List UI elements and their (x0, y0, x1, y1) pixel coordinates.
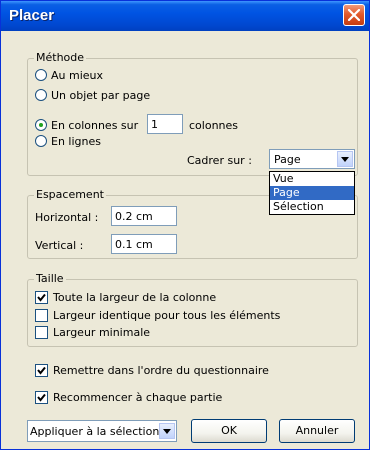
en-lignes-radio[interactable] (35, 135, 47, 147)
cadrer-sur-value: Page (274, 153, 301, 166)
horizontal-input[interactable] (111, 206, 177, 226)
apply-scope-select[interactable]: Appliquer à la sélection (27, 420, 177, 442)
vertical-label: Vertical : (35, 239, 84, 252)
checkmark-icon (37, 366, 46, 375)
apply-scope-dropdown-button[interactable] (159, 423, 175, 439)
toute-largeur-checkbox[interactable] (35, 291, 48, 304)
cadrer-sur-options-list: Vue Page Sélection (269, 171, 355, 215)
remettre-ordre-checkbox[interactable] (35, 364, 48, 377)
close-button[interactable] (343, 4, 365, 26)
recommencer-partie-checkbox[interactable] (35, 391, 48, 404)
vertical-input[interactable] (111, 234, 177, 254)
remettre-ordre-label[interactable]: Remettre dans l'ordre du questionnaire (53, 364, 269, 377)
recommencer-partie-label[interactable]: Recommencer à chaque partie (53, 391, 222, 404)
placer-dialog: Placer Méthode Au mieux Un objet par pag… (0, 0, 370, 450)
cadrer-sur-label: Cadrer sur : (187, 154, 252, 167)
toute-largeur-label[interactable]: Toute la largeur de la colonne (53, 291, 216, 304)
cadrer-option-page[interactable]: Page (270, 186, 354, 200)
methode-legend: Méthode (34, 51, 87, 64)
taille-legend: Taille (34, 272, 66, 285)
largeur-identique-label[interactable]: Largeur identique pour tous les éléments (53, 309, 280, 322)
largeur-minimale-label[interactable]: Largeur minimale (53, 326, 150, 339)
en-colonnes-label[interactable]: En colonnes sur (51, 119, 138, 132)
colonnes-count-input[interactable] (147, 114, 183, 134)
un-objet-par-page-label[interactable]: Un objet par page (51, 89, 150, 102)
en-lignes-label[interactable]: En lignes (51, 135, 101, 148)
close-icon (348, 9, 360, 21)
en-colonnes-radio[interactable] (35, 119, 47, 131)
colonnes-suffix-label: colonnes (189, 119, 239, 132)
apply-scope-value: Appliquer à la sélection (30, 425, 160, 438)
au-mieux-radio[interactable] (35, 69, 47, 81)
chevron-down-icon (163, 429, 171, 434)
au-mieux-label[interactable]: Au mieux (51, 69, 103, 82)
checkmark-icon (37, 393, 46, 402)
window-title: Placer (9, 7, 55, 24)
un-objet-par-page-radio[interactable] (35, 89, 47, 101)
cadrer-sur-dropdown-button[interactable] (337, 151, 353, 167)
ok-button[interactable]: OK (191, 419, 267, 443)
chevron-down-icon (341, 157, 349, 162)
checkmark-icon (37, 293, 46, 302)
horizontal-label: Horizontal : (35, 211, 99, 224)
title-bar[interactable]: Placer (1, 1, 369, 31)
espacement-legend: Espacement (34, 188, 106, 201)
largeur-identique-checkbox[interactable] (35, 309, 48, 322)
cadrer-option-vue[interactable]: Vue (270, 172, 354, 186)
cancel-button[interactable]: Annuler (279, 419, 355, 443)
largeur-minimale-checkbox[interactable] (35, 326, 48, 339)
cadrer-sur-select[interactable]: Page (269, 149, 355, 169)
cadrer-option-selection[interactable]: Sélection (270, 200, 354, 214)
